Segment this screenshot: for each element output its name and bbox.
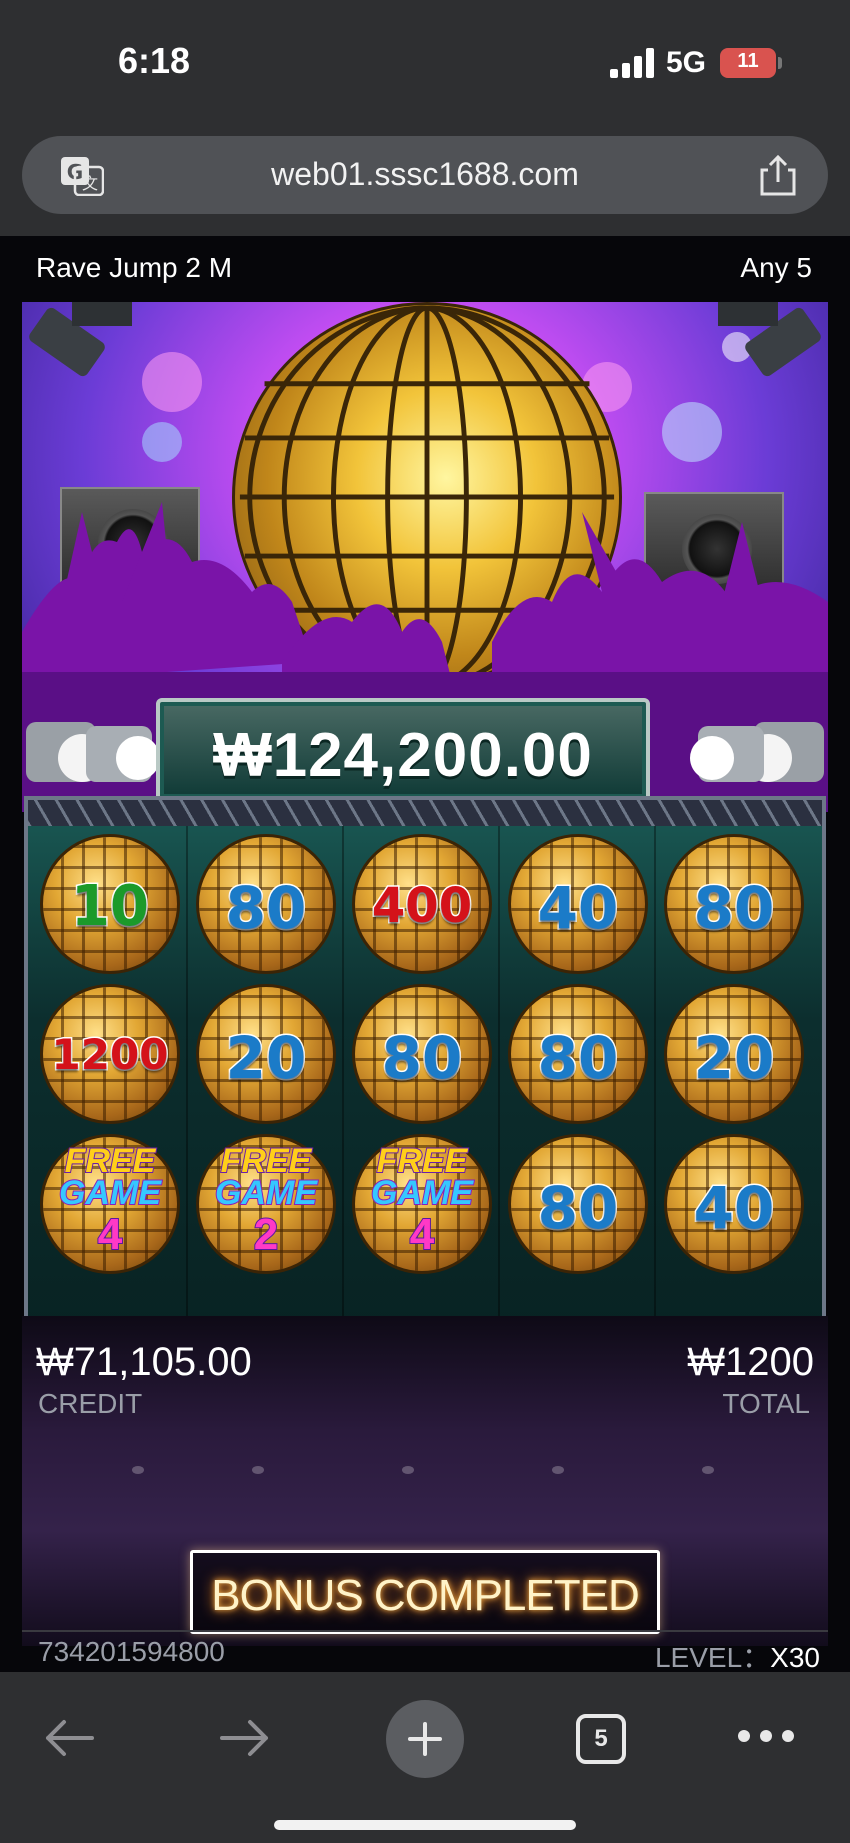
reel-symbol-number: 80 bbox=[508, 984, 648, 1124]
reel-symbol-number: 80 bbox=[352, 984, 492, 1124]
info-panel: ₩71,105.00 CREDIT ₩1200 TOTAL BONUS COMP… bbox=[22, 1316, 828, 1646]
reel-column-separator bbox=[498, 826, 500, 1326]
reel-symbol-free-game: FREE GAME 4 bbox=[352, 1134, 492, 1274]
reel-symbol-number: 400 bbox=[352, 834, 492, 974]
game-word: GAME bbox=[370, 1173, 474, 1213]
level-label: LEVEL： bbox=[654, 1642, 771, 1673]
url-text[interactable]: web01.sssc1688.com bbox=[22, 156, 828, 193]
cellular-signal-icon bbox=[610, 48, 654, 78]
symbol-value: 80 bbox=[224, 873, 308, 944]
more-dots-icon[interactable] bbox=[738, 1730, 794, 1744]
reel-column-separator bbox=[186, 826, 188, 1326]
new-tab-plus-icon[interactable] bbox=[386, 1700, 464, 1778]
symbol-value: 40 bbox=[536, 873, 620, 944]
reel-symbol-number: 80 bbox=[508, 1134, 648, 1274]
reel-symbol-number: 40 bbox=[664, 1134, 804, 1274]
battery-icon: 11 bbox=[720, 48, 776, 78]
reel-symbol-free-game: FREE GAME 4 bbox=[40, 1134, 180, 1274]
win-amount: ₩124,200.00 bbox=[213, 721, 593, 790]
level-indicator: LEVEL：X30 bbox=[655, 1636, 820, 1676]
symbol-value: 10 bbox=[70, 873, 151, 941]
symbol-value: 80 bbox=[380, 1023, 464, 1094]
reel-symbol-number: 80 bbox=[196, 834, 336, 974]
reel-grid[interactable]: 10 1200 FREE GAME 4 80 20 FREE GAME 2 400 80 FREE GAM… bbox=[24, 796, 826, 1356]
game-word: GAME bbox=[58, 1173, 162, 1213]
reel-column-separator bbox=[342, 826, 344, 1326]
reel-column-separator bbox=[654, 826, 656, 1326]
network-type: 5G bbox=[666, 46, 707, 79]
battery-nub bbox=[778, 57, 782, 69]
win-amount-panel: ₩124,200.00 bbox=[156, 698, 650, 802]
symbol-value: 80 bbox=[692, 873, 776, 944]
symbol-value: 40 bbox=[692, 1173, 776, 1244]
game-lines-mode: Any 5 bbox=[740, 252, 812, 283]
symbol-value: 400 bbox=[370, 877, 473, 936]
footer-divider bbox=[22, 1630, 828, 1632]
reel-symbol-number: 10 bbox=[40, 834, 180, 974]
reel-symbol-number: 40 bbox=[508, 834, 648, 974]
symbol-value: 20 bbox=[224, 1023, 308, 1094]
stage-light-left bbox=[26, 722, 160, 782]
game-title: Rave Jump 2 M bbox=[36, 252, 233, 283]
tabs-icon[interactable]: 5 bbox=[576, 1714, 626, 1764]
game-area[interactable]: Rave Jump 2 M Any 5 ₩124,200.00 10 1200 … bbox=[0, 236, 850, 1672]
forward-arrow-icon[interactable] bbox=[218, 1716, 272, 1760]
top-truss bbox=[28, 800, 822, 826]
free-game-count: 4 bbox=[409, 1209, 435, 1260]
home-indicator bbox=[274, 1820, 576, 1830]
credit-value: ₩71,105.00 bbox=[36, 1340, 252, 1384]
reel-symbol-number: 20 bbox=[196, 984, 336, 1124]
status-bar: 6:18 5G 11 bbox=[0, 0, 850, 120]
game-word: GAME bbox=[214, 1173, 318, 1213]
reel-symbol-number: 20 bbox=[664, 984, 804, 1124]
round-id: 734201594800 bbox=[38, 1636, 225, 1667]
browser-toolbar: 5 bbox=[0, 1672, 850, 1843]
symbol-value: 1200 bbox=[50, 1029, 170, 1081]
reel-symbol-free-game: FREE GAME 2 bbox=[196, 1134, 336, 1274]
symbol-value: 80 bbox=[536, 1173, 620, 1244]
bonus-completed-label: BONUS COMPLETED bbox=[211, 1571, 640, 1620]
credit-label: CREDIT bbox=[38, 1388, 143, 1419]
reel-symbol-number: 80 bbox=[664, 834, 804, 974]
stage-light-right bbox=[690, 722, 824, 782]
symbol-value: 80 bbox=[536, 1023, 620, 1094]
back-arrow-icon[interactable] bbox=[42, 1716, 96, 1760]
reel-symbol-number: 1200 bbox=[40, 984, 180, 1124]
status-time: 6:18 bbox=[118, 40, 191, 81]
symbol-value: 20 bbox=[692, 1023, 776, 1094]
address-bar[interactable]: G 文 web01.sssc1688.com bbox=[22, 136, 828, 214]
total-bet-value: ₩1200 bbox=[687, 1340, 814, 1384]
battery-level: 11 bbox=[737, 50, 759, 72]
level-value: X30 bbox=[770, 1642, 820, 1673]
total-bet-label: TOTAL bbox=[722, 1388, 810, 1419]
free-game-count: 2 bbox=[253, 1209, 279, 1260]
bonus-completed-button[interactable]: BONUS COMPLETED bbox=[190, 1550, 660, 1634]
free-game-count: 4 bbox=[97, 1209, 123, 1260]
share-icon[interactable] bbox=[758, 154, 798, 196]
